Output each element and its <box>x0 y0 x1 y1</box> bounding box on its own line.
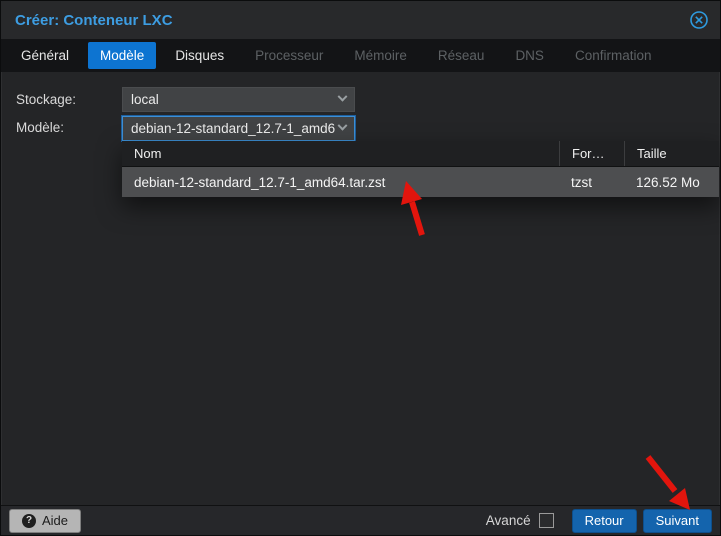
tab-dns: DNS <box>515 48 544 63</box>
storage-select[interactable]: local <box>122 87 355 112</box>
tab-disques[interactable]: Disques <box>163 42 236 69</box>
template-list-item[interactable]: debian-12-standard_12.7-1_amd64.tar.zst … <box>122 167 719 197</box>
back-button[interactable]: Retour <box>571 508 637 533</box>
template-format-cell: tzst <box>571 174 593 190</box>
template-size-cell: 126.52 Mo <box>636 174 700 190</box>
chevron-down-icon <box>337 91 348 102</box>
template-name-cell: debian-12-standard_12.7-1_amd64.tar.zst <box>134 174 386 190</box>
storage-label: Stockage: <box>16 92 77 107</box>
column-header-nom[interactable]: Nom <box>122 141 559 166</box>
tab-processeur: Processeur <box>255 48 324 63</box>
dropdown-header-row: Nom For… Taille <box>122 141 719 167</box>
dialog-footer: ? Aide Avancé Retour Suivant <box>1 505 720 535</box>
help-button[interactable]: ? Aide <box>9 508 82 533</box>
wizard-tabbar: Général Modèle Disques Processeur Mémoir… <box>1 39 720 72</box>
tab-modele[interactable]: Modèle <box>88 42 157 69</box>
storage-select-value: local <box>131 92 159 107</box>
chevron-down-icon <box>337 120 348 131</box>
template-select-value: debian-12-standard_12.7-1_amd6 <box>131 121 336 136</box>
tab-memoire: Mémoire <box>354 48 407 63</box>
template-label: Modèle: <box>16 120 65 135</box>
tab-general[interactable]: Général <box>9 42 81 69</box>
template-dropdown-list: Nom For… Taille debian-12-standard_12.7-… <box>122 141 719 197</box>
close-icon[interactable] <box>688 9 710 31</box>
dialog-title: Créer: Conteneur LXC <box>15 11 173 29</box>
help-button-label: Aide <box>42 513 69 528</box>
advanced-checkbox[interactable] <box>538 513 554 528</box>
tab-content: Stockage: local Modèle: debian-12-standa… <box>1 72 720 505</box>
tab-reseau: Réseau <box>437 48 485 63</box>
tab-confirmation: Confirmation <box>574 48 652 63</box>
dialog-titlebar: Créer: Conteneur LXC <box>1 1 720 39</box>
template-select[interactable]: debian-12-standard_12.7-1_amd6 <box>121 115 356 142</box>
column-header-taille[interactable]: Taille <box>624 141 719 166</box>
column-header-format[interactable]: For… <box>559 141 624 166</box>
next-button[interactable]: Suivant <box>642 508 712 533</box>
advanced-label: Avancé <box>485 513 531 528</box>
create-lxc-dialog: Créer: Conteneur LXC Général Modèle Disq… <box>0 0 721 536</box>
question-mark-icon: ? <box>22 513 36 528</box>
